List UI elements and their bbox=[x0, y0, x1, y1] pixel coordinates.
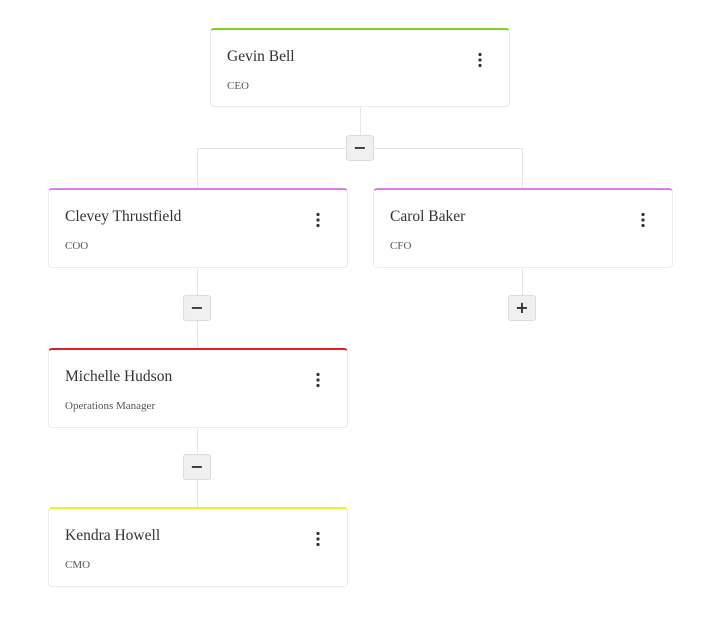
org-node-gevin-bell[interactable]: Gevin Bell CEO bbox=[210, 28, 510, 107]
node-name: Michelle Hudson bbox=[65, 368, 173, 385]
node-name: Clevey Thrustfield bbox=[65, 208, 182, 225]
connector-line bbox=[197, 148, 198, 188]
node-title: CFO bbox=[390, 240, 412, 252]
org-node-clevey-thrustfield[interactable]: Clevey Thrustfield COO bbox=[48, 188, 348, 268]
connector-line bbox=[360, 106, 361, 136]
node-title: COO bbox=[65, 240, 89, 252]
node-title: CEO bbox=[227, 80, 249, 92]
org-node-michelle-hudson[interactable]: Michelle Hudson Operations Manager bbox=[48, 348, 348, 428]
vertical-ellipsis-icon[interactable] bbox=[315, 212, 321, 228]
vertical-ellipsis-icon[interactable] bbox=[315, 372, 321, 388]
vertical-ellipsis-icon[interactable] bbox=[315, 531, 321, 547]
node-title: CMO bbox=[65, 559, 91, 571]
org-node-carol-baker[interactable]: Carol Baker CFO bbox=[373, 188, 673, 268]
vertical-ellipsis-icon[interactable] bbox=[640, 212, 646, 228]
collapse-toggle-button[interactable]: − bbox=[183, 454, 211, 480]
connector-line bbox=[522, 267, 523, 295]
node-name: Gevin Bell bbox=[227, 48, 295, 65]
expand-toggle-button[interactable]: + bbox=[508, 295, 536, 321]
collapse-toggle-button[interactable]: − bbox=[346, 135, 374, 161]
vertical-ellipsis-icon[interactable] bbox=[477, 52, 483, 68]
node-title: Operations Manager bbox=[65, 400, 156, 412]
node-name: Kendra Howell bbox=[65, 527, 161, 544]
org-chart: Gevin Bell CEO − Clevey Thrustfield COO … bbox=[0, 0, 723, 620]
org-node-kendra-howell[interactable]: Kendra Howell CMO bbox=[48, 507, 348, 587]
collapse-toggle-button[interactable]: − bbox=[183, 295, 211, 321]
node-name: Carol Baker bbox=[390, 208, 466, 225]
connector-line bbox=[522, 148, 523, 188]
